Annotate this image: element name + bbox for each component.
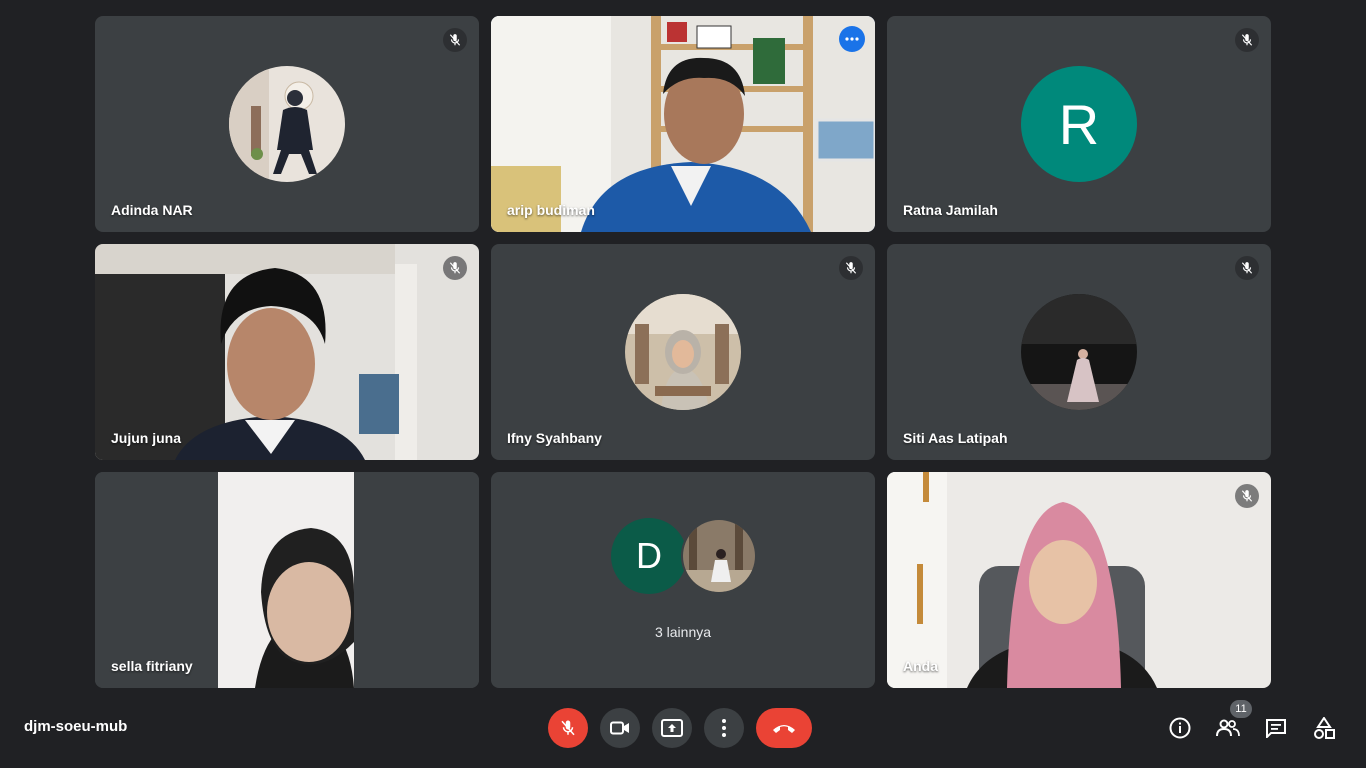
- meeting-details-button[interactable]: [1166, 714, 1194, 742]
- others-avatar-photo: [681, 518, 757, 594]
- more-options-button[interactable]: [704, 708, 744, 748]
- others-count-label: 3 lainnya: [654, 624, 712, 640]
- mic-muted-icon: [839, 256, 863, 280]
- info-icon: [1169, 717, 1191, 739]
- end-call-button[interactable]: [756, 708, 812, 748]
- chat-icon: [1266, 719, 1286, 738]
- participant-name: Ifny Syahbany: [507, 430, 602, 446]
- participant-name: Anda: [903, 658, 938, 674]
- participant-tile-ratna[interactable]: R Ratna Jamilah: [887, 16, 1271, 232]
- present-screen-icon: [661, 719, 683, 737]
- participant-tile-sella[interactable]: sella fitriany: [95, 472, 479, 688]
- others-tile[interactable]: D 3 lainnya: [491, 472, 875, 688]
- participant-tile-jujun[interactable]: Jujun juna: [95, 244, 479, 460]
- mic-muted-icon: [443, 256, 467, 280]
- mic-muted-icon: [443, 28, 467, 52]
- present-screen-button[interactable]: [652, 708, 692, 748]
- participant-video: [95, 244, 479, 460]
- participant-avatar-photo: [229, 66, 345, 182]
- participant-name: Adinda NAR: [111, 202, 193, 218]
- participant-name: arip budiman: [507, 202, 595, 218]
- participant-video: [887, 472, 1271, 688]
- participant-tile-arip[interactable]: arip budiman: [491, 16, 875, 232]
- participant-avatar-letter: R: [1021, 66, 1137, 182]
- mic-muted-icon: [1235, 256, 1259, 280]
- participant-name: sella fitriany: [111, 658, 193, 674]
- mic-toggle-button[interactable]: [548, 708, 588, 748]
- camera-toggle-button[interactable]: [600, 708, 640, 748]
- meeting-code: djm-soeu-mub: [24, 718, 128, 735]
- others-avatars: D: [611, 518, 757, 594]
- others-avatar-letter: D: [611, 518, 687, 594]
- camera-icon: [610, 721, 629, 735]
- participant-video: [95, 472, 479, 688]
- mic-off-icon: [561, 720, 575, 736]
- people-button[interactable]: [1214, 714, 1242, 742]
- participant-name: Jujun juna: [111, 430, 181, 446]
- participant-avatar-photo: [1021, 294, 1137, 410]
- chat-button[interactable]: [1262, 714, 1290, 742]
- participant-video: [491, 16, 875, 232]
- participant-avatar-photo: [625, 294, 741, 410]
- participant-tile-adinda[interactable]: Adinda NAR: [95, 16, 479, 232]
- mic-muted-icon: [1235, 28, 1259, 52]
- activities-icon: [1314, 717, 1335, 739]
- participant-name: Siti Aas Latipah: [903, 430, 1008, 446]
- end-call-icon: [773, 725, 795, 733]
- activities-button[interactable]: [1310, 714, 1338, 742]
- more-options-icon: [722, 719, 726, 737]
- participant-tile-siti[interactable]: Siti Aas Latipah: [887, 244, 1271, 460]
- participant-name: Ratna Jamilah: [903, 202, 998, 218]
- mic-muted-icon: [1235, 484, 1259, 508]
- participant-tile-ifny[interactable]: Ifny Syahbany: [491, 244, 875, 460]
- people-icon: [1216, 719, 1240, 737]
- people-count-badge: 11: [1230, 700, 1252, 718]
- participant-tile-self[interactable]: Anda: [887, 472, 1271, 688]
- participant-options-button[interactable]: [839, 26, 865, 52]
